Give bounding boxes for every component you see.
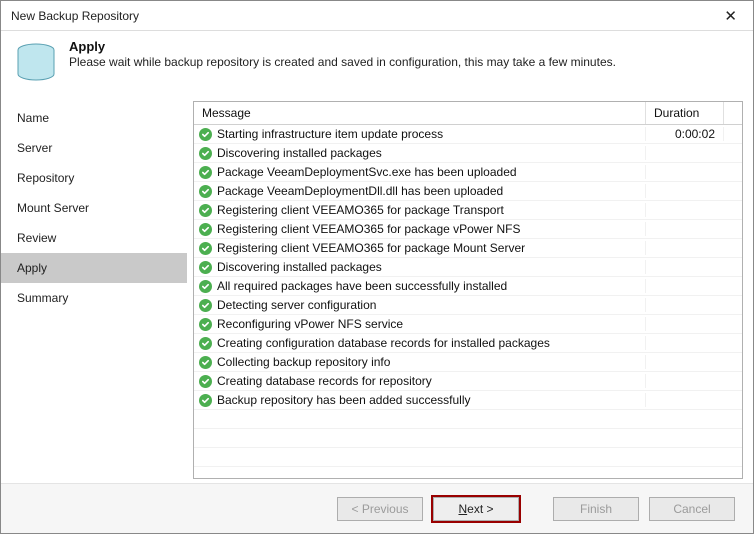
success-icon	[199, 375, 212, 388]
cell-message: Discovering installed packages	[194, 146, 646, 160]
table-row[interactable]: Discovering installed packages	[194, 258, 742, 277]
message-text: Registering client VEEAMO365 for package…	[217, 241, 525, 255]
success-icon	[199, 128, 212, 141]
footer: < Previous Next > Finish Cancel	[1, 483, 753, 533]
log-grid: Message Duration Starting infrastructure…	[193, 101, 743, 479]
table-row[interactable]: Creating database records for repository	[194, 372, 742, 391]
cell-message: Backup repository has been added success…	[194, 393, 646, 407]
message-text: Detecting server configuration	[217, 298, 376, 312]
body: NameServerRepositoryMount ServerReviewAp…	[1, 99, 753, 483]
table-row[interactable]: Registering client VEEAMO365 for package…	[194, 220, 742, 239]
success-icon	[199, 204, 212, 217]
cell-message: Discovering installed packages	[194, 260, 646, 274]
cell-message: Registering client VEEAMO365 for package…	[194, 203, 646, 217]
header: Apply Please wait while backup repositor…	[1, 31, 753, 99]
success-icon	[199, 356, 212, 369]
header-text: Apply Please wait while backup repositor…	[69, 39, 616, 69]
grid-body: Starting infrastructure item update proc…	[194, 125, 742, 478]
sidebar-item-review[interactable]: Review	[1, 223, 187, 253]
success-icon	[199, 280, 212, 293]
next-button[interactable]: Next >	[433, 497, 519, 521]
column-header-duration[interactable]: Duration	[646, 102, 724, 124]
table-row[interactable]: Discovering installed packages	[194, 144, 742, 163]
titlebar: New Backup Repository ✕	[1, 1, 753, 31]
success-icon	[199, 261, 212, 274]
message-text: Creating configuration database records …	[217, 336, 550, 350]
table-row[interactable]: All required packages have been successf…	[194, 277, 742, 296]
cell-message: Reconfiguring vPower NFS service	[194, 317, 646, 331]
sidebar-item-apply[interactable]: Apply	[1, 253, 187, 283]
table-row[interactable]: Registering client VEEAMO365 for package…	[194, 239, 742, 258]
message-text: Discovering installed packages	[217, 146, 382, 160]
header-subtitle: Please wait while backup repository is c…	[69, 55, 616, 69]
cell-duration: 0:00:02	[646, 127, 724, 141]
success-icon	[199, 147, 212, 160]
table-row[interactable]: Starting infrastructure item update proc…	[194, 125, 742, 144]
message-text: Collecting backup repository info	[217, 355, 390, 369]
cell-message: All required packages have been successf…	[194, 279, 646, 293]
sidebar-item-summary[interactable]: Summary	[1, 283, 187, 313]
success-icon	[199, 337, 212, 350]
message-text: Registering client VEEAMO365 for package…	[217, 203, 504, 217]
table-row[interactable]: Package VeeamDeploymentDll.dll has been …	[194, 182, 742, 201]
success-icon	[199, 242, 212, 255]
message-text: Reconfiguring vPower NFS service	[217, 317, 403, 331]
cell-message: Creating configuration database records …	[194, 336, 646, 350]
success-icon	[199, 185, 212, 198]
sidebar: NameServerRepositoryMount ServerReviewAp…	[1, 99, 187, 483]
window-title: New Backup Repository	[11, 9, 716, 23]
table-row[interactable]: Backup repository has been added success…	[194, 391, 742, 410]
success-icon	[199, 318, 212, 331]
table-row-empty	[194, 448, 742, 467]
close-icon[interactable]: ✕	[716, 5, 745, 27]
grid-header: Message Duration	[194, 102, 742, 125]
previous-button: < Previous	[337, 497, 423, 521]
cell-message: Detecting server configuration	[194, 298, 646, 312]
table-row[interactable]: Registering client VEEAMO365 for package…	[194, 201, 742, 220]
column-header-message[interactable]: Message	[194, 102, 646, 124]
cell-message: Registering client VEEAMO365 for package…	[194, 222, 646, 236]
message-text: Package VeeamDeploymentSvc.exe has been …	[217, 165, 517, 179]
sidebar-item-mount-server[interactable]: Mount Server	[1, 193, 187, 223]
next-button-label-rest: ext >	[467, 502, 493, 516]
table-row[interactable]: Reconfiguring vPower NFS service	[194, 315, 742, 334]
cell-message: Collecting backup repository info	[194, 355, 646, 369]
message-text: Discovering installed packages	[217, 260, 382, 274]
table-row-empty	[194, 429, 742, 448]
message-text: Registering client VEEAMO365 for package…	[217, 222, 520, 236]
message-text: Creating database records for repository	[217, 374, 432, 388]
finish-button: Finish	[553, 497, 639, 521]
table-row[interactable]: Package VeeamDeploymentSvc.exe has been …	[194, 163, 742, 182]
cell-message: Registering client VEEAMO365 for package…	[194, 241, 646, 255]
table-row[interactable]: Detecting server configuration	[194, 296, 742, 315]
repository-icon	[15, 39, 57, 81]
message-text: Starting infrastructure item update proc…	[217, 127, 443, 141]
table-row[interactable]: Creating configuration database records …	[194, 334, 742, 353]
message-text: All required packages have been successf…	[217, 279, 507, 293]
column-header-spacer	[724, 102, 742, 124]
cell-message: Creating database records for repository	[194, 374, 646, 388]
main: Message Duration Starting infrastructure…	[187, 99, 753, 483]
success-icon	[199, 299, 212, 312]
table-row-empty	[194, 410, 742, 429]
cell-message: Package VeeamDeploymentSvc.exe has been …	[194, 165, 646, 179]
success-icon	[199, 394, 212, 407]
header-title: Apply	[69, 39, 616, 54]
cell-message: Package VeeamDeploymentDll.dll has been …	[194, 184, 646, 198]
sidebar-item-repository[interactable]: Repository	[1, 163, 187, 193]
success-icon	[199, 166, 212, 179]
sidebar-item-name[interactable]: Name	[1, 103, 187, 133]
message-text: Package VeeamDeploymentDll.dll has been …	[217, 184, 503, 198]
cell-message: Starting infrastructure item update proc…	[194, 127, 646, 141]
success-icon	[199, 223, 212, 236]
table-row[interactable]: Collecting backup repository info	[194, 353, 742, 372]
sidebar-item-server[interactable]: Server	[1, 133, 187, 163]
cancel-button: Cancel	[649, 497, 735, 521]
message-text: Backup repository has been added success…	[217, 393, 470, 407]
